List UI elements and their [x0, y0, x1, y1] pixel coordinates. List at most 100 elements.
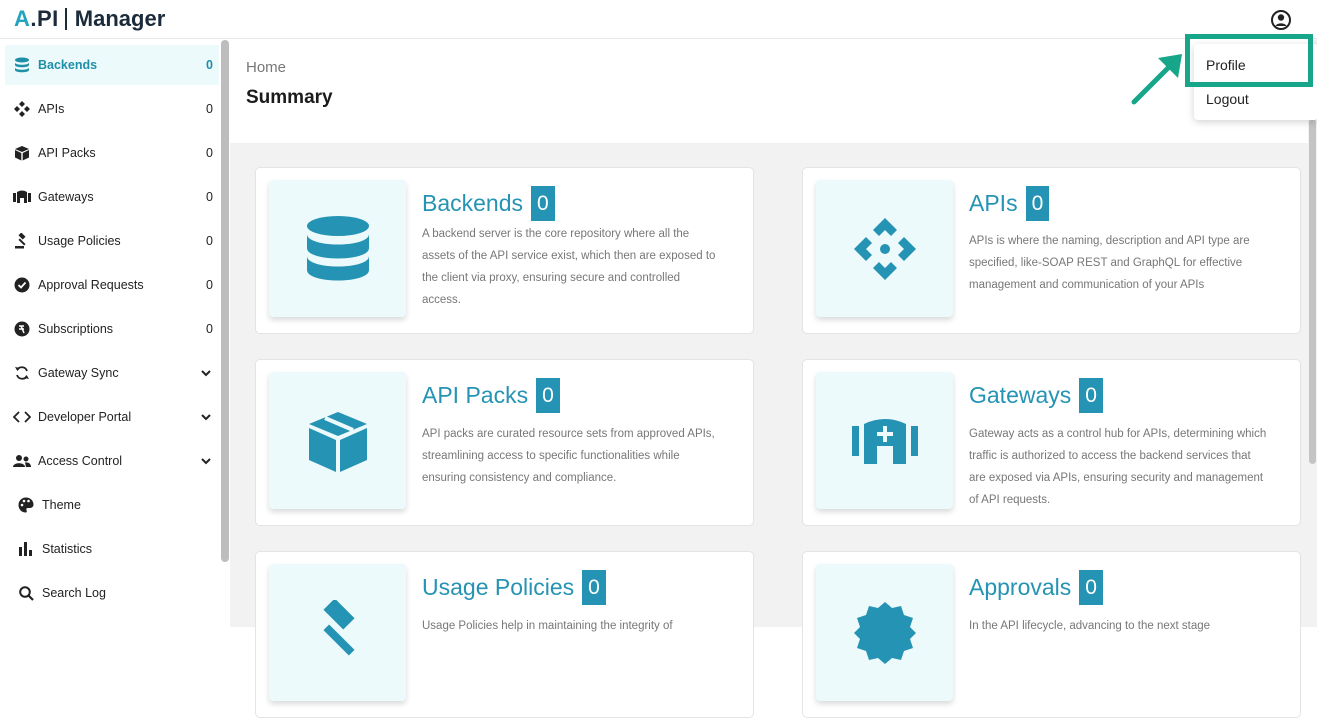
count-badge: 0 [1079, 378, 1103, 413]
sidebar-item-count: 0 [206, 190, 213, 204]
sidebar-item-subscriptions[interactable]: Subscriptions 0 [5, 309, 219, 349]
users-icon [11, 452, 33, 470]
sidebar-item-count: 0 [206, 58, 213, 72]
card-title[interactable]: APIs 0 [969, 186, 1050, 221]
card-description: API packs are curated resource sets from… [422, 428, 715, 484]
summary-card-api-packs[interactable]: API Packs 0 API packs are curated resour… [255, 359, 754, 526]
card-title[interactable]: Backends 0 [422, 186, 555, 221]
summary-card-backends[interactable]: Backends 0 A backend server is the core … [255, 167, 754, 334]
card-title-text: Backends [422, 190, 524, 216]
sidebar-scrollbar[interactable] [221, 40, 229, 562]
sidebar-item-approval-requests[interactable]: Approval Requests 0 [5, 265, 219, 305]
coin-icon [11, 320, 33, 338]
app-logo[interactable]: A.PI Manager [14, 5, 165, 33]
check-badge-icon [816, 564, 953, 701]
sidebar-item-label: Subscriptions [38, 322, 114, 336]
logo-divider [64, 8, 67, 30]
sidebar-item-count: 0 [206, 146, 213, 160]
sidebar-item-theme[interactable]: Theme [5, 485, 219, 525]
card-title[interactable]: Approvals 0 [969, 570, 1103, 605]
card-title-text: APIs [969, 190, 1018, 216]
summary-card-approvals[interactable]: Approvals 0 In the API lifecycle, advanc… [802, 551, 1301, 718]
card-title-text: Usage Policies [422, 574, 575, 600]
gateway-icon [816, 372, 953, 509]
bar-chart-icon [15, 540, 37, 558]
chevron-down-icon[interactable] [199, 457, 213, 465]
summary-card-usage-policies[interactable]: Usage Policies 0 Usage Policies help in … [255, 551, 754, 718]
chevron-down-icon[interactable] [199, 413, 213, 421]
sidebar-item-count: 0 [206, 234, 213, 248]
chevron-down-icon[interactable] [199, 369, 213, 377]
sidebar-item-backends[interactable]: Backends 0 [5, 45, 219, 85]
summary-card-gateways[interactable]: Gateways 0 Gateway acts as a control hub… [802, 359, 1301, 526]
sidebar-item-statistics[interactable]: Statistics [5, 529, 219, 569]
sidebar-item-count: 0 [206, 102, 213, 116]
card-title-text: Gateways [969, 382, 1072, 408]
count-badge: 0 [582, 570, 606, 605]
sidebar-item-apis[interactable]: APIs 0 [5, 89, 219, 129]
count-badge: 0 [1025, 186, 1050, 221]
sidebar: Backends 0 APIs 0 API Packs 0 Gateways 0… [0, 39, 230, 627]
page-title: Summary [246, 87, 333, 108]
card-title[interactable]: Gateways 0 [969, 378, 1103, 413]
sidebar-item-count: 0 [206, 322, 213, 336]
count-badge: 0 [536, 378, 560, 413]
sidebar-item-label: Usage Policies [38, 234, 121, 248]
sidebar-item-gateway-sync[interactable]: Gateway Sync [5, 353, 219, 393]
gateway-icon [11, 188, 33, 206]
sidebar-item-label: Search Log [42, 586, 106, 600]
count-badge: 0 [1079, 570, 1103, 605]
search-icon [15, 584, 37, 602]
palette-icon [15, 496, 37, 514]
box-icon [11, 144, 33, 162]
card-title[interactable]: API Packs 0 [422, 378, 560, 413]
sync-icon [11, 364, 33, 382]
sidebar-item-count: 0 [206, 278, 213, 292]
main-scrollbar[interactable] [1309, 119, 1316, 464]
main-content: Home Summary Backends 0 A backend server… [230, 39, 1317, 718]
summary-card-apis[interactable]: APIs 0 APIs is where the naming, descrip… [802, 167, 1301, 334]
box-icon [269, 372, 406, 509]
user-account-icon[interactable] [1271, 10, 1291, 30]
sidebar-item-label: Gateway Sync [38, 366, 119, 380]
logo-manager-text: Manager [74, 6, 166, 31]
profile-highlight-box [1185, 34, 1313, 87]
sidebar-item-label: Statistics [42, 542, 93, 556]
api-icon [11, 100, 33, 118]
sidebar-item-label: Theme [42, 498, 81, 512]
sidebar-item-access-control[interactable]: Access Control [5, 441, 219, 481]
card-description: Usage Policies help in maintaining the i… [422, 620, 673, 632]
sidebar-item-api-packs[interactable]: API Packs 0 [5, 133, 219, 173]
sidebar-item-usage-policies[interactable]: Usage Policies 0 [5, 221, 219, 261]
sidebar-item-label: APIs [38, 102, 65, 116]
card-description: APIs is where the naming, description an… [969, 235, 1250, 291]
sidebar-item-label: Backends [38, 58, 98, 72]
annotation-arrow-icon [1131, 54, 1182, 105]
sidebar-item-label: Approval Requests [38, 278, 144, 292]
top-bar: A.PI Manager [0, 0, 1317, 39]
card-title-text: Approvals [969, 574, 1072, 600]
gavel-icon [11, 232, 33, 250]
menu-item-logout[interactable]: Logout [1206, 91, 1249, 107]
breadcrumb[interactable]: Home [246, 59, 286, 76]
check-badge-icon [11, 276, 33, 294]
sidebar-item-search-log[interactable]: Search Log [5, 573, 219, 613]
database-icon [269, 180, 406, 317]
card-title-text: API Packs [422, 382, 529, 408]
api-icon [816, 180, 953, 317]
sidebar-item-developer-portal[interactable]: Developer Portal [5, 397, 219, 437]
sidebar-item-label: Gateways [38, 190, 94, 204]
database-icon [11, 56, 33, 74]
gavel-icon [269, 564, 406, 701]
sidebar-item-gateways[interactable]: Gateways 0 [5, 177, 219, 217]
logo-api-text: A.PI [14, 6, 59, 31]
count-badge: 0 [531, 186, 555, 221]
sidebar-item-label: API Packs [38, 146, 96, 160]
card-description: A backend server is the core repository … [422, 228, 716, 306]
sidebar-item-label: Developer Portal [38, 410, 132, 424]
card-title[interactable]: Usage Policies 0 [422, 570, 606, 605]
sidebar-item-label: Access Control [38, 454, 123, 468]
code-icon [11, 408, 33, 426]
card-description: In the API lifecycle, advancing to the n… [969, 620, 1211, 632]
card-description: Gateway acts as a control hub for APIs, … [969, 428, 1267, 506]
